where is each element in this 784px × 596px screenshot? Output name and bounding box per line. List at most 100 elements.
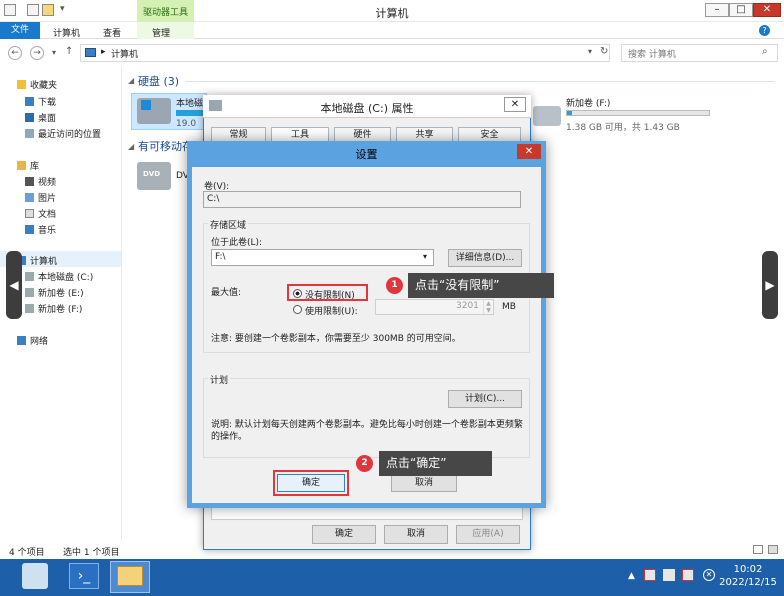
download-icon xyxy=(25,97,34,106)
drive-c-usage-bar xyxy=(176,110,206,116)
section-divider xyxy=(185,81,775,82)
computer-icon xyxy=(85,48,96,57)
no-limit-radio[interactable] xyxy=(293,289,302,298)
schedule-button[interactable]: 计划(C)... xyxy=(448,390,522,408)
volume-icon[interactable] xyxy=(682,569,694,581)
settings-ok-button[interactable]: 确定 xyxy=(277,474,345,492)
network-icon xyxy=(17,336,26,345)
nav-documents[interactable]: 文档 xyxy=(25,207,56,220)
use-limit-label[interactable]: 使用限制(U): xyxy=(305,304,358,317)
nav-desktop[interactable]: 桌面 xyxy=(25,111,56,124)
drive-f-name[interactable]: 新加卷 (F:) xyxy=(566,96,610,109)
refresh-icon[interactable]: ↻ xyxy=(600,46,608,57)
forward-button[interactable]: → xyxy=(30,46,44,60)
video-icon xyxy=(25,177,34,186)
nav-videos[interactable]: 视频 xyxy=(25,175,56,188)
schedule-group-label: 计划 xyxy=(208,373,231,386)
max-label: 最大值: xyxy=(211,288,242,298)
close-tray-icon[interactable]: ✕ xyxy=(703,569,715,581)
tab-computer[interactable]: 计算机 xyxy=(53,26,80,39)
nav-downloads[interactable]: 下载 xyxy=(25,95,56,108)
nav-divider xyxy=(121,66,122,541)
limit-stepper[interactable]: ▲ ▼ xyxy=(483,300,493,314)
nav-network-label: 网络 xyxy=(30,337,49,347)
nav-computer[interactable]: 计算机 xyxy=(17,254,57,267)
address-box[interactable] xyxy=(80,44,610,62)
nav-library[interactable]: 库 xyxy=(17,159,39,172)
prev-arrow-button[interactable]: ◀ xyxy=(6,251,22,319)
nav-library-label: 库 xyxy=(30,162,40,172)
tab-file[interactable]: 文件 xyxy=(0,22,40,39)
collapse-icon[interactable]: ◢ xyxy=(128,76,134,85)
nav-music[interactable]: 音乐 xyxy=(25,223,56,236)
settings-close-button[interactable]: ✕ xyxy=(517,144,541,159)
nav-network[interactable]: 网络 xyxy=(17,334,48,347)
callout-number-1: 1 xyxy=(386,277,403,294)
server-manager-icon[interactable] xyxy=(22,563,48,589)
library-icon xyxy=(17,161,26,170)
settings-cancel-button[interactable]: 取消 xyxy=(391,474,457,492)
located-on-select[interactable] xyxy=(211,249,434,266)
drive-f-usage-bar xyxy=(566,110,710,116)
tiles-view-icon[interactable] xyxy=(768,545,778,554)
drive-icon xyxy=(25,288,34,297)
chevron-down-icon: ▾ xyxy=(423,252,428,261)
space-note: 注意: 要创建一个卷影副本，你需要至少 300MB 的可用空间。 xyxy=(211,334,461,344)
nav-drive-e[interactable]: 新加卷 (E:) xyxy=(25,286,84,299)
back-button[interactable]: ← xyxy=(8,46,22,60)
address-dropdown-icon[interactable]: ▾ xyxy=(588,47,592,56)
removable-heading[interactable]: 有可移动存 xyxy=(138,138,193,154)
clock-date[interactable]: 2022/12/15 xyxy=(718,577,778,588)
located-on-value: F:\ xyxy=(215,252,226,262)
help-icon[interactable]: ? xyxy=(759,25,770,36)
nav-favorites[interactable]: 收藏夹 xyxy=(17,78,57,91)
nav-drive-f[interactable]: 新加卷 (F:) xyxy=(25,302,82,315)
drive-c-size: 19.0 xyxy=(176,119,197,129)
network-tray-icon[interactable] xyxy=(663,569,675,581)
status-selected-count: 选中 1 个项目 xyxy=(63,548,120,558)
star-icon xyxy=(17,80,26,89)
properties-close-button[interactable]: ✕ xyxy=(504,97,526,112)
document-icon xyxy=(25,209,34,218)
window-title: 计算机 xyxy=(375,7,409,20)
tab-view[interactable]: 查看 xyxy=(103,26,121,39)
up-button[interactable]: ↑ xyxy=(65,46,73,57)
clock-time[interactable]: 10:02 xyxy=(718,564,778,575)
limit-value: 3201 xyxy=(456,301,479,311)
callout-number-2: 2 xyxy=(356,455,373,472)
details-button[interactable]: 详细信息(D)... xyxy=(448,249,522,267)
properties-title: 本地磁盘 (C:) 属性 xyxy=(320,102,414,115)
details-view-icon[interactable] xyxy=(753,545,763,554)
storage-group-label: 存储区域 xyxy=(208,218,249,231)
hard-disks-heading[interactable]: 硬盘 (3) xyxy=(138,73,179,89)
next-arrow-button[interactable]: ▶ xyxy=(762,251,778,319)
powershell-icon[interactable]: ›_ xyxy=(69,563,99,589)
status-item-count: 4 个项目 xyxy=(9,548,45,558)
tray-expand-icon[interactable]: ▲ xyxy=(628,571,635,581)
nav-pictures[interactable]: 图片 xyxy=(25,191,56,204)
recent-locations-icon[interactable]: ▾ xyxy=(52,48,56,57)
callout-text-2: 点击“确定” xyxy=(379,451,492,476)
nav-recent-label: 最近访问的位置 xyxy=(38,130,102,140)
volume-field xyxy=(203,191,521,208)
properties-cancel-button[interactable]: 取消 xyxy=(384,525,448,544)
minimize-button[interactable]: – xyxy=(705,3,729,17)
folder-icon xyxy=(117,566,143,586)
nav-pictures-label: 图片 xyxy=(38,194,57,204)
properties-ok-button[interactable]: 确定 xyxy=(312,525,376,544)
use-limit-radio[interactable] xyxy=(293,305,302,314)
no-limit-label[interactable]: 没有限制(N) xyxy=(305,288,355,301)
nav-drive-c-label: 本地磁盘 (C:) xyxy=(38,273,94,283)
nav-drive-c[interactable]: 本地磁盘 (C:) xyxy=(25,270,93,283)
properties-apply-button[interactable]: 应用(A) xyxy=(456,525,520,544)
nav-downloads-label: 下载 xyxy=(38,98,57,108)
maximize-button[interactable]: □ xyxy=(729,3,753,17)
action-center-icon[interactable] xyxy=(644,569,656,581)
breadcrumb[interactable]: 计算机 xyxy=(111,47,138,60)
drive-icon xyxy=(25,304,34,313)
search-icon[interactable]: ⌕ xyxy=(762,46,768,57)
tab-manage[interactable]: 管理 xyxy=(152,26,170,39)
nav-recent[interactable]: 最近访问的位置 xyxy=(25,127,101,140)
close-button[interactable]: ✕ xyxy=(753,3,781,17)
collapse-icon[interactable]: ◢ xyxy=(128,142,134,151)
